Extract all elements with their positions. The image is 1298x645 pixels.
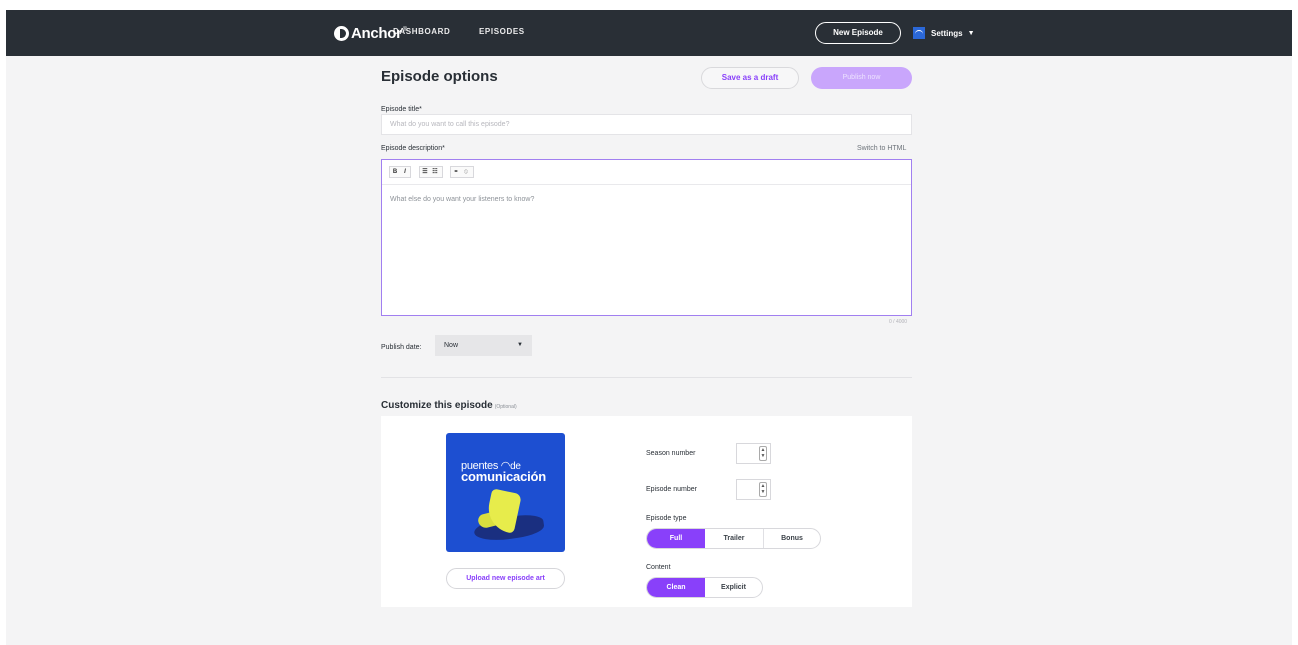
bullet-list-icon[interactable]: ☰ [420,167,430,177]
numbered-list-icon[interactable]: ☷ [430,167,440,177]
italic-button[interactable]: I [400,167,410,177]
content-label: Content [646,564,671,571]
format-group: B I [389,166,411,178]
spinner-arrows-icon[interactable]: ▲ ▼ [759,446,767,461]
page-title: Episode options [381,68,498,85]
settings-menu[interactable]: Settings ▼ [913,24,975,42]
customize-title: Customize this episode [381,400,493,411]
episode-number-label: Episode number [646,486,697,493]
chevron-down-icon: ▼ [967,29,975,37]
new-episode-button[interactable]: New Episode [815,22,901,44]
episode-title-label: Episode title* [381,106,422,113]
settings-label: Settings [931,28,963,38]
dropdown-arrow-icon: ▼ [517,342,523,348]
optional-tag: (Optional) [494,404,517,410]
episode-type-trailer[interactable]: Trailer [705,529,763,548]
save-draft-button[interactable]: Save as a draft [701,67,799,89]
customize-heading: Customize this episode (Optional) [381,400,517,411]
description-placeholder: What else do you want your listeners to … [390,196,535,203]
spinner-arrows-icon[interactable]: ▲ ▼ [759,482,767,497]
publish-date-select[interactable]: Now ▼ [435,335,532,356]
content-explicit[interactable]: Explicit [705,578,762,597]
anchor-logo-icon [334,25,349,41]
publish-now-button[interactable]: Publish now [811,67,912,89]
episode-title-input[interactable]: What do you want to call this episode? [381,114,912,135]
episode-art-image: puentes ◠de comunicación [446,433,565,552]
episode-type-full[interactable]: Full [647,529,705,548]
switch-to-html-link[interactable]: Switch to HTML [857,145,906,152]
upload-episode-art-button[interactable]: Upload new episode art [446,568,565,589]
bold-button[interactable]: B [390,167,400,177]
customize-panel: puentes ◠de comunicación Upload new epis… [381,416,912,607]
season-number-stepper[interactable]: ▲ ▼ [736,443,771,464]
description-editor[interactable]: B I ☰ ☷ ⚭ ⦸ What else do you want your l… [381,159,912,316]
episode-type-bonus[interactable]: Bonus [763,529,820,548]
character-counter: 0 / 4000 [889,319,908,325]
section-divider [381,377,912,378]
link-icon[interactable]: ⚭ [451,167,461,177]
publish-date-value: Now [444,342,459,349]
nav-dashboard[interactable]: DASHBOARD [393,27,450,36]
unlink-icon[interactable]: ⦸ [461,167,471,177]
episode-number-stepper[interactable]: ▲ ▼ [736,479,771,500]
season-number-label: Season number [646,450,696,457]
content-clean[interactable]: Clean [647,578,705,597]
nav-episodes[interactable]: EPISODES [479,27,525,36]
publish-date-label: Publish date: [381,344,422,351]
editor-toolbar: B I ☰ ☷ ⚭ ⦸ [382,160,911,185]
top-navigation-bar: Anchor ® DASHBOARD EPISODES New Episode … [6,10,1292,56]
episode-description-label: Episode description* [381,145,445,152]
episode-type-label: Episode type [646,515,687,522]
art-title-line2: comunicación [461,469,547,484]
podcast-avatar-icon [913,27,925,39]
list-group: ☰ ☷ [419,166,443,178]
link-group: ⚭ ⦸ [450,166,474,178]
content-rating-selector: Clean Explicit [646,577,763,598]
episode-type-selector: Full Trailer Bonus [646,528,821,549]
